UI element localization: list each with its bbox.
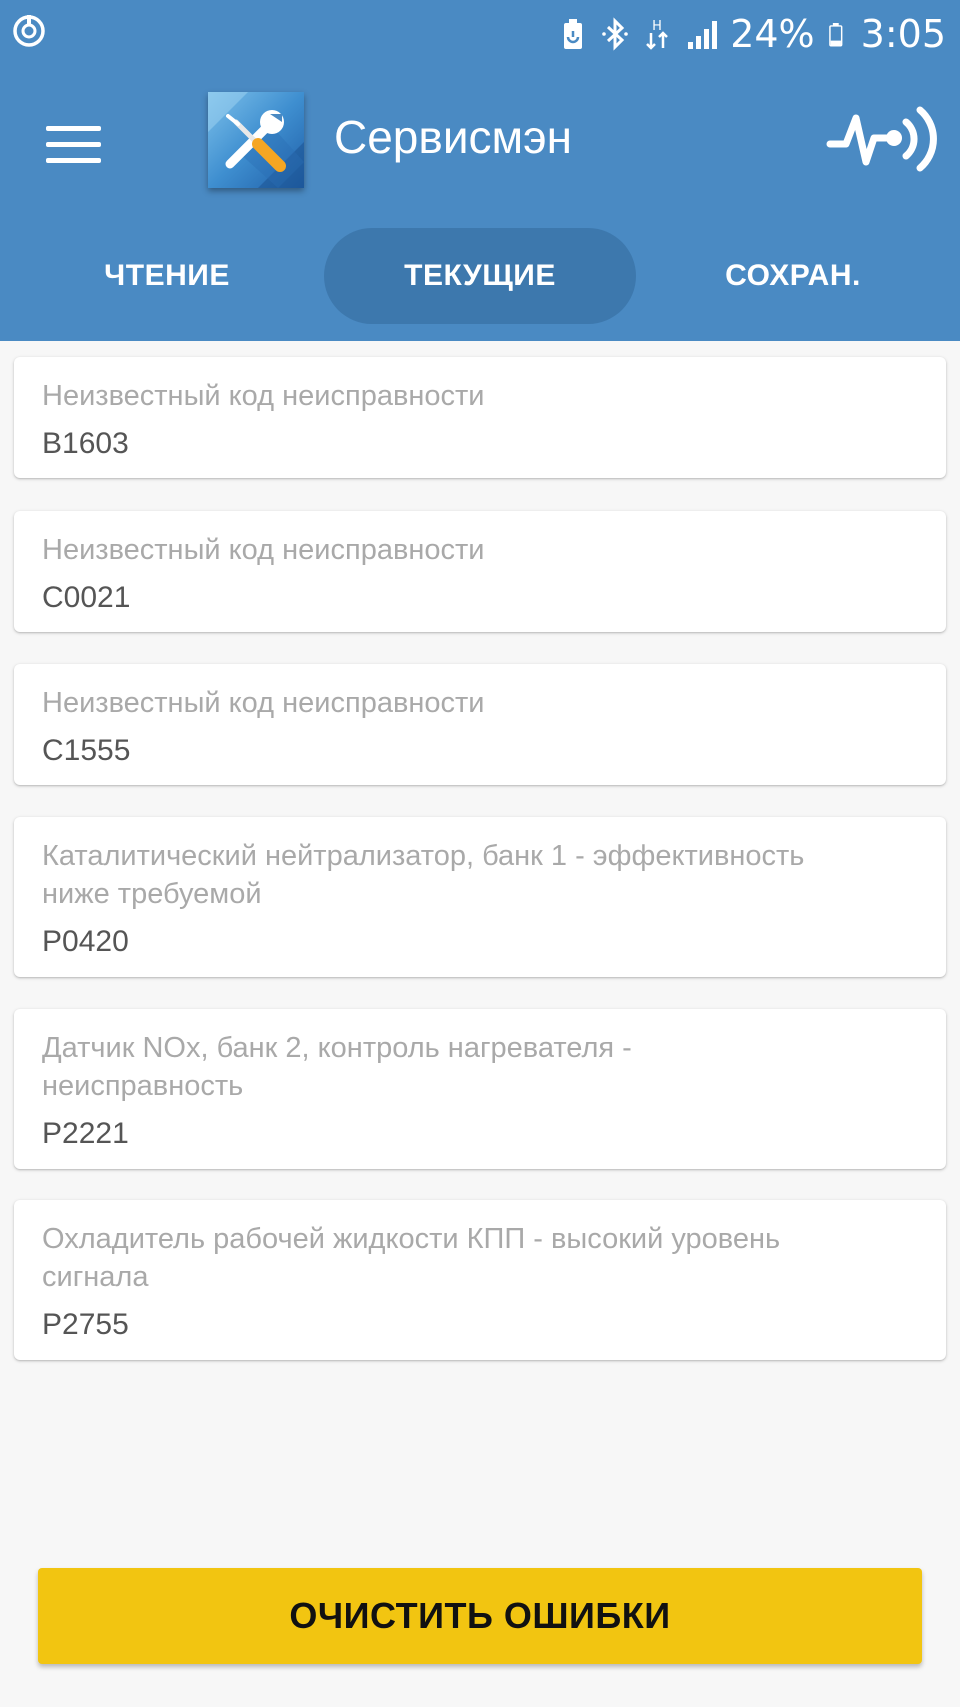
fault-code: P2755 bbox=[42, 1308, 129, 1341]
fault-code: C1555 bbox=[42, 734, 131, 767]
fault-description-cont: сигнала bbox=[42, 1261, 149, 1293]
fault-code: C0021 bbox=[42, 581, 131, 614]
fault-description: Охладитель рабочей жидкости КПП - высоки… bbox=[42, 1223, 781, 1255]
fault-description: Неизвестный код неисправности bbox=[42, 380, 485, 412]
data-arrows-icon: H bbox=[646, 19, 669, 50]
screen: H 24% 3:05 Сервисмэн ЧТЕНИЕ ТЕКУЩИЕ СОХР… bbox=[0, 0, 960, 1707]
network-type-label: H bbox=[652, 19, 662, 34]
fault-description-cont: ниже требуемой bbox=[42, 878, 262, 910]
tab-current[interactable]: ТЕКУЩИЕ bbox=[324, 228, 636, 324]
fault-description: Неизвестный код неисправности bbox=[42, 534, 485, 566]
fault-description-cont: неисправность bbox=[42, 1070, 244, 1102]
tab-read[interactable]: ЧТЕНИЕ bbox=[14, 228, 320, 324]
clock: 3:05 bbox=[860, 12, 946, 56]
tools-logo-icon bbox=[208, 92, 304, 188]
battery-percent: 24% bbox=[730, 12, 815, 56]
tab-saved[interactable]: СОХРАН. bbox=[640, 228, 946, 324]
tab-bar: ЧТЕНИЕ ТЕКУЩИЕ СОХРАН. bbox=[0, 228, 960, 324]
fault-card[interactable]: Неизвестный код неисправности B1603 bbox=[14, 357, 946, 478]
connect-button[interactable] bbox=[826, 98, 938, 180]
app-logo bbox=[208, 92, 304, 188]
fault-code: P0420 bbox=[42, 925, 129, 958]
clear-errors-button[interactable]: ОЧИСТИТЬ ОШИБКИ bbox=[38, 1568, 922, 1664]
app-bar: Сервисмэн ЧТЕНИЕ ТЕКУЩИЕ СОХРАН. bbox=[0, 68, 960, 341]
fault-card[interactable]: Неизвестный код неисправности C0021 bbox=[14, 511, 946, 632]
status-icons: H 24% 3:05 bbox=[558, 6, 946, 62]
status-bar: H 24% 3:05 bbox=[0, 0, 960, 68]
sync-icon bbox=[13, 15, 45, 47]
fault-code: B1603 bbox=[42, 427, 129, 460]
fault-code: P2221 bbox=[42, 1117, 129, 1150]
fault-card[interactable]: Датчик NOx, банк 2, контроль нагревателя… bbox=[14, 1009, 946, 1169]
fault-card[interactable]: Неизвестный код неисправности C1555 bbox=[14, 664, 946, 785]
fault-description: Неизвестный код неисправности bbox=[42, 687, 485, 719]
app-title: Сервисмэн bbox=[334, 111, 573, 163]
bluetooth-icon bbox=[602, 17, 628, 51]
menu-button[interactable] bbox=[36, 112, 112, 178]
battery-saver-icon bbox=[564, 19, 583, 49]
fault-card[interactable]: Охладитель рабочей жидкости КПП - высоки… bbox=[14, 1200, 946, 1360]
fault-card[interactable]: Каталитический нейтрализатор, банк 1 - э… bbox=[14, 817, 946, 977]
battery-icon bbox=[828, 23, 843, 47]
fault-description: Датчик NOx, банк 2, контроль нагревателя… bbox=[42, 1032, 632, 1064]
fault-description: Каталитический нейтрализатор, банк 1 - э… bbox=[42, 840, 805, 872]
obd-signal-icon bbox=[826, 106, 937, 172]
signal-icon bbox=[688, 21, 718, 49]
